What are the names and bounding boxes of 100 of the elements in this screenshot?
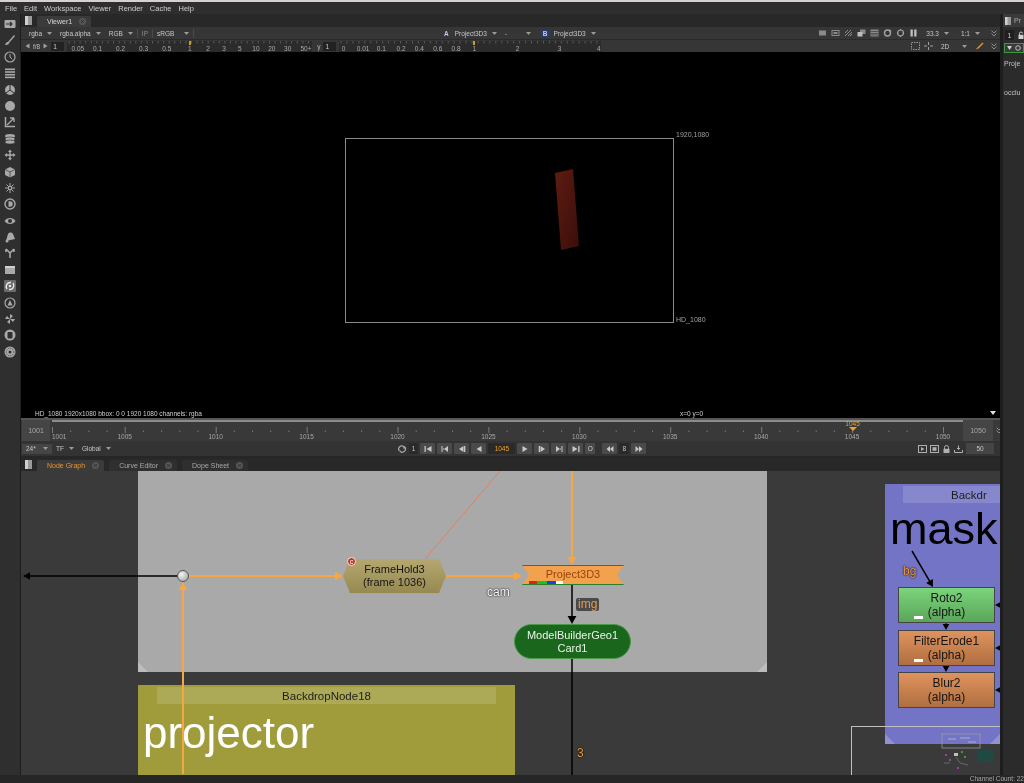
slider-thumb[interactable]: [188, 40, 191, 45]
chevron-icon[interactable]: [991, 29, 997, 37]
caret-icon: [68, 447, 74, 450]
play-icon: [520, 445, 529, 452]
frame-forward-icon: [537, 445, 546, 452]
connector-arrow: [942, 622, 950, 630]
skip-start-icon: [423, 445, 432, 452]
backdrop-node[interactable]: BackdropNode18 projector: [138, 685, 515, 775]
graph-node[interactable]: Roto2 (alpha): [898, 587, 995, 623]
pie-icon[interactable]: [4, 83, 16, 96]
lines-icon[interactable]: [870, 29, 880, 37]
crosshair-icon[interactable]: [924, 42, 933, 50]
lock-icon[interactable]: [1018, 31, 1024, 39]
previous-key-button[interactable]: [437, 443, 453, 454]
skip-end-icon: [571, 445, 580, 452]
channel-bar-icon: [529, 581, 563, 584]
caret-icon[interactable]: [990, 411, 996, 415]
caret-icon: [525, 31, 531, 35]
edge-label: 3: [577, 747, 584, 760]
caret-icon: [47, 31, 52, 35]
caret-icon: [943, 31, 949, 35]
curve-icon[interactable]: [4, 116, 16, 129]
caret-icon: [105, 447, 111, 450]
resize-handle-icon[interactable]: [138, 662, 148, 672]
resize-handle-icon[interactable]: [757, 662, 767, 672]
backdrop-note: mask: [890, 506, 998, 551]
play-box-icon[interactable]: [918, 444, 927, 453]
caret-icon[interactable]: [1007, 46, 1012, 50]
play-backward-button[interactable]: [471, 443, 487, 454]
edge-label: img: [576, 598, 600, 611]
import-icon[interactable]: [4, 18, 16, 30]
stop-box-icon[interactable]: [930, 444, 939, 453]
frame-back-icon: [457, 445, 466, 452]
backdrop-node[interactable]: [138, 471, 767, 672]
caret-icon: [975, 31, 980, 35]
edge-label: cam: [487, 586, 510, 599]
clock-icon[interactable]: [4, 50, 16, 63]
play-back-icon: [474, 445, 483, 452]
caret-icon: [184, 31, 189, 35]
ring-icon[interactable]: [1015, 45, 1021, 51]
hatch-icon[interactable]: [844, 29, 854, 37]
connector-arrow: [567, 584, 577, 624]
key-forward-icon: [554, 445, 563, 452]
caret-icon: [590, 31, 596, 35]
square-icon[interactable]: [818, 29, 828, 37]
caret-icon: [491, 31, 497, 35]
spark-icon[interactable]: [4, 181, 16, 194]
step-left-icon[interactable]: [25, 43, 30, 49]
key-back-icon: [440, 445, 449, 452]
brush-icon[interactable]: [4, 34, 16, 47]
disc-icon[interactable]: [4, 198, 16, 211]
previous-frame-button[interactable]: [454, 443, 470, 454]
resize-handle-icon[interactable]: [885, 734, 895, 744]
skip-back-button[interactable]: [602, 443, 618, 454]
circle-icon[interactable]: [4, 99, 16, 112]
fork-icon[interactable]: [4, 247, 16, 260]
caret-icon: [43, 447, 48, 450]
play-button[interactable]: [517, 443, 533, 454]
region-icon[interactable]: [911, 42, 920, 50]
lock-icon[interactable]: [942, 444, 951, 453]
swirl-icon[interactable]: [4, 280, 16, 293]
box-icon[interactable]: [4, 263, 16, 276]
slider-thumb[interactable]: [473, 40, 476, 45]
overlap-icon[interactable]: [857, 29, 867, 37]
chevron-icon[interactable]: [991, 42, 997, 50]
caret-icon: [127, 31, 133, 35]
backdrop-title: BackdropNode18: [157, 687, 496, 704]
backdrop-note: projector: [143, 711, 315, 755]
next-frame-button[interactable]: [534, 443, 550, 454]
backdrop-title: Backdr: [903, 486, 1000, 503]
stack-icon[interactable]: [4, 67, 16, 80]
graph-node[interactable]: ModelBuilderGeo1 Card1: [514, 624, 631, 659]
triangle-circle-icon[interactable]: [4, 296, 16, 309]
cube-icon[interactable]: [4, 165, 16, 178]
graph-node[interactable]: Blur2 (alpha): [898, 672, 995, 708]
pinwheel-icon[interactable]: [4, 313, 16, 326]
graph-node[interactable]: FilterErode1 (alpha): [898, 630, 995, 666]
gear-icon[interactable]: [4, 345, 16, 358]
next-key-button[interactable]: [551, 443, 567, 454]
loop-icon[interactable]: [396, 444, 407, 453]
pane-menu-icon: [1005, 16, 1011, 25]
brush-icon[interactable]: [975, 42, 984, 50]
cylinder-icon[interactable]: [4, 329, 16, 342]
bell-icon[interactable]: [4, 231, 16, 244]
first-frame-button[interactable]: [420, 443, 436, 454]
caret-icon: [95, 31, 101, 35]
edge-label: bg: [903, 565, 917, 578]
layers-icon[interactable]: [4, 132, 16, 145]
tray-icon[interactable]: [954, 444, 963, 453]
frame-icon[interactable]: [831, 29, 841, 37]
double-back-icon: [605, 445, 614, 452]
step-right-icon[interactable]: [43, 43, 49, 49]
caret-icon: [962, 44, 967, 48]
skip-forward-button[interactable]: [631, 443, 646, 454]
move-icon[interactable]: [4, 149, 16, 162]
last-frame-button[interactable]: [568, 443, 584, 454]
refresh-icon[interactable]: [883, 29, 893, 37]
pause-icon[interactable]: [909, 29, 919, 37]
double-forward-icon: [634, 445, 643, 452]
ring-icon[interactable]: [896, 29, 906, 37]
